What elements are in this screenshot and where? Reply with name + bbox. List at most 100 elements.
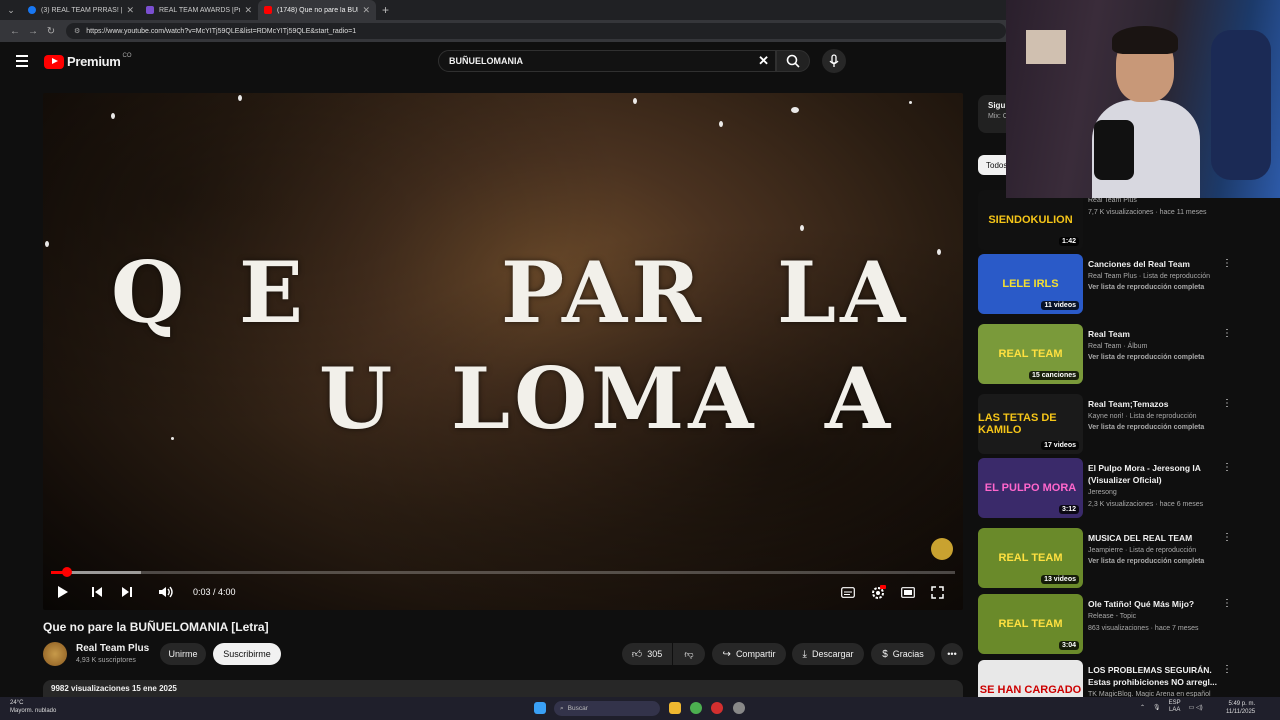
windows-start-icon[interactable]: [534, 702, 546, 714]
youtube-premium-logo[interactable]: Premium CO: [44, 53, 132, 69]
recommendation-title[interactable]: Real Team: [1088, 328, 1228, 340]
mic-tray-icon[interactable]: 🎙︎: [1153, 704, 1161, 711]
tab-facebook[interactable]: (3) REAL TEAM PRRAS! | Facebook ✕: [22, 0, 140, 20]
kebab-menu-icon[interactable]: ⋮: [1222, 398, 1232, 409]
view-full-playlist-link[interactable]: Ver lista de reproducción completa: [1088, 354, 1228, 361]
play-button[interactable]: [57, 585, 69, 599]
download-button[interactable]: ⤓ Descargar: [792, 643, 864, 665]
description-box[interactable]: 9982 visualizaciones 15 ene 2025: [43, 680, 963, 698]
channel-avatar[interactable]: [43, 642, 67, 666]
like-button[interactable]: 👍︎ 305: [622, 643, 672, 665]
view-full-playlist-link[interactable]: Ver lista de reproducción completa: [1088, 424, 1228, 431]
recommendation-title[interactable]: Ole Tatiño! Qué Más Mijo?: [1088, 598, 1228, 610]
recommendation-title[interactable]: LOS PROBLEMAS SEGUIRÁN. Estas prohibicio…: [1088, 664, 1228, 688]
voice-search-button[interactable]: [822, 49, 846, 73]
recommendation-item[interactable]: EL PULPO MORA 3:12 El Pulpo Mora - Jereson…: [978, 458, 1274, 524]
recommendation-item[interactable]: REAL TEAM 15 canciones Real Team Real Team …: [978, 324, 1274, 390]
share-button[interactable]: ↪ Compartir: [712, 643, 786, 665]
recommendation-item[interactable]: LELE IRLS 11 videos Canciones del Real Tea…: [978, 254, 1274, 320]
kebab-menu-icon[interactable]: ⋮: [1222, 328, 1232, 339]
search-input[interactable]: BUÑUELOMANIA ✕: [438, 50, 776, 72]
tab-label: (3) REAL TEAM PRRAS! | Facebook: [41, 6, 123, 14]
reload-icon[interactable]: ↻: [42, 26, 60, 37]
video-player[interactable]: Q E PAR LA U LOMA A 0:03 / 4:00: [43, 93, 963, 610]
video-thumbnail[interactable]: EL PULPO MORA 3:12: [978, 458, 1083, 518]
taskbar-search[interactable]: ⌕ Buscar: [554, 701, 660, 716]
kebab-menu-icon[interactable]: ⋮: [1222, 598, 1232, 609]
subscribe-button[interactable]: Suscribirme: [213, 643, 281, 665]
site-info-icon[interactable]: ⚙: [74, 27, 80, 35]
recommendation-item[interactable]: REAL TEAM 3:04 Ole Tatiño! Qué Más Mijo? Re…: [978, 594, 1274, 660]
back-icon[interactable]: ←: [6, 26, 24, 37]
menu-icon[interactable]: [16, 55, 28, 70]
clock[interactable]: 5:49 p. m. 11/11/2025: [1226, 700, 1255, 716]
snow-particle: [800, 225, 804, 231]
close-icon[interactable]: ✕: [126, 5, 134, 16]
video-thumbnail[interactable]: LELE IRLS 11 videos: [978, 254, 1083, 314]
forward-icon[interactable]: →: [24, 26, 42, 37]
join-button[interactable]: Unirme: [160, 643, 206, 665]
channel-name[interactable]: Real Team Plus: [76, 643, 149, 654]
next-button[interactable]: [121, 586, 133, 598]
previous-button[interactable]: [91, 586, 103, 598]
video-thumbnail[interactable]: LAS TETAS DE KAMILO 17 videos: [978, 394, 1083, 454]
snow-particle: [633, 98, 637, 104]
kebab-menu-icon[interactable]: ⋮: [1222, 462, 1232, 473]
url-field[interactable]: ⚙ https://www.youtube.com/watch?v=McYITj…: [66, 23, 1006, 39]
video-thumbnail[interactable]: REAL TEAM 3:04: [978, 594, 1083, 654]
recommendation-item[interactable]: REAL TEAM 13 videos MUSICA DEL REAL TEAM Je…: [978, 528, 1274, 594]
opera-icon[interactable]: [711, 702, 723, 714]
tab-youtube[interactable]: (1748) Que no pare la BUÑUELOMANIA ✕: [258, 0, 376, 20]
share-icon: ↪: [722, 648, 731, 660]
more-actions-button[interactable]: •••: [941, 643, 963, 665]
kebab-menu-icon[interactable]: ⋮: [1222, 664, 1232, 675]
like-count: 305: [647, 649, 663, 659]
search-button[interactable]: [776, 50, 810, 72]
thanks-button[interactable]: $ Gracias: [871, 643, 935, 665]
subscriber-count: 4,93 K suscriptores: [76, 657, 136, 664]
volume-button[interactable]: [158, 586, 174, 598]
video-thumbnail[interactable]: REAL TEAM 15 canciones: [978, 324, 1083, 384]
thumbnail-badge: 11 videos: [1041, 301, 1079, 310]
scrubber-handle[interactable]: [62, 567, 72, 577]
video-thumbnail[interactable]: SIENDOKULION 1:42: [978, 190, 1083, 250]
youtube-play-icon: [44, 54, 64, 69]
streamer-hair: [1112, 26, 1178, 54]
fullscreen-button[interactable]: [931, 586, 944, 599]
lyric-word: E: [239, 243, 308, 342]
chevron-up-icon[interactable]: ⌃: [1140, 704, 1145, 711]
lyric-word: LA: [777, 243, 910, 342]
video-thumbnail[interactable]: REAL TEAM 13 videos: [978, 528, 1083, 588]
miniplayer-button[interactable]: [901, 587, 915, 598]
close-icon[interactable]: ✕: [244, 5, 252, 16]
recommendation-item[interactable]: LAS TETAS DE KAMILO 17 videos Real Team;Te…: [978, 394, 1274, 460]
tab-awards[interactable]: REAL TEAM AWARDS [Pre-nominaciones] ✕: [140, 0, 258, 20]
tab-search-icon[interactable]: ⌄: [4, 3, 18, 17]
settings-button[interactable]: [870, 585, 886, 601]
recommendation-item[interactable]: SIENDOKULION 1:42 Real Team Plus 7,7 K visu…: [978, 190, 1274, 256]
clear-search-icon[interactable]: ✕: [758, 53, 769, 69]
kebab-menu-icon[interactable]: ⋮: [1222, 532, 1232, 543]
download-label: Descargar: [811, 649, 854, 659]
close-icon[interactable]: ✕: [362, 5, 370, 16]
recommendation-title[interactable]: El Pulpo Mora - Jeresong IA (Visualizer …: [1088, 462, 1228, 486]
recommendation-title[interactable]: MUSICA DEL REAL TEAM: [1088, 532, 1228, 544]
network-volume-icons[interactable]: ▭ ◁): [1189, 704, 1203, 711]
channel-watermark[interactable]: [931, 538, 953, 560]
new-tab-button[interactable]: +: [382, 3, 389, 17]
dislike-button[interactable]: 👎︎: [673, 643, 705, 665]
clock-date: 11/11/2025: [1226, 709, 1256, 715]
file-explorer-icon[interactable]: [669, 702, 681, 714]
recommendation-title[interactable]: Real Team;Temazos: [1088, 398, 1228, 410]
weather-widget[interactable]: 24°C Mayorm. nublado: [10, 699, 56, 715]
recommendation-meta: Real Team · Álbum: [1088, 343, 1148, 350]
kebab-menu-icon[interactable]: ⋮: [1222, 258, 1232, 269]
language-indicator[interactable]: ESP LAA: [1169, 700, 1181, 714]
view-full-playlist-link[interactable]: Ver lista de reproducción completa: [1088, 284, 1228, 291]
chrome-icon[interactable]: [690, 702, 702, 714]
view-full-playlist-link[interactable]: Ver lista de reproducción completa: [1088, 558, 1228, 565]
progress-bar[interactable]: [51, 567, 955, 577]
subtitles-button[interactable]: [841, 587, 855, 598]
recommendation-title[interactable]: Canciones del Real Team: [1088, 258, 1228, 270]
app-icon[interactable]: [733, 702, 745, 714]
